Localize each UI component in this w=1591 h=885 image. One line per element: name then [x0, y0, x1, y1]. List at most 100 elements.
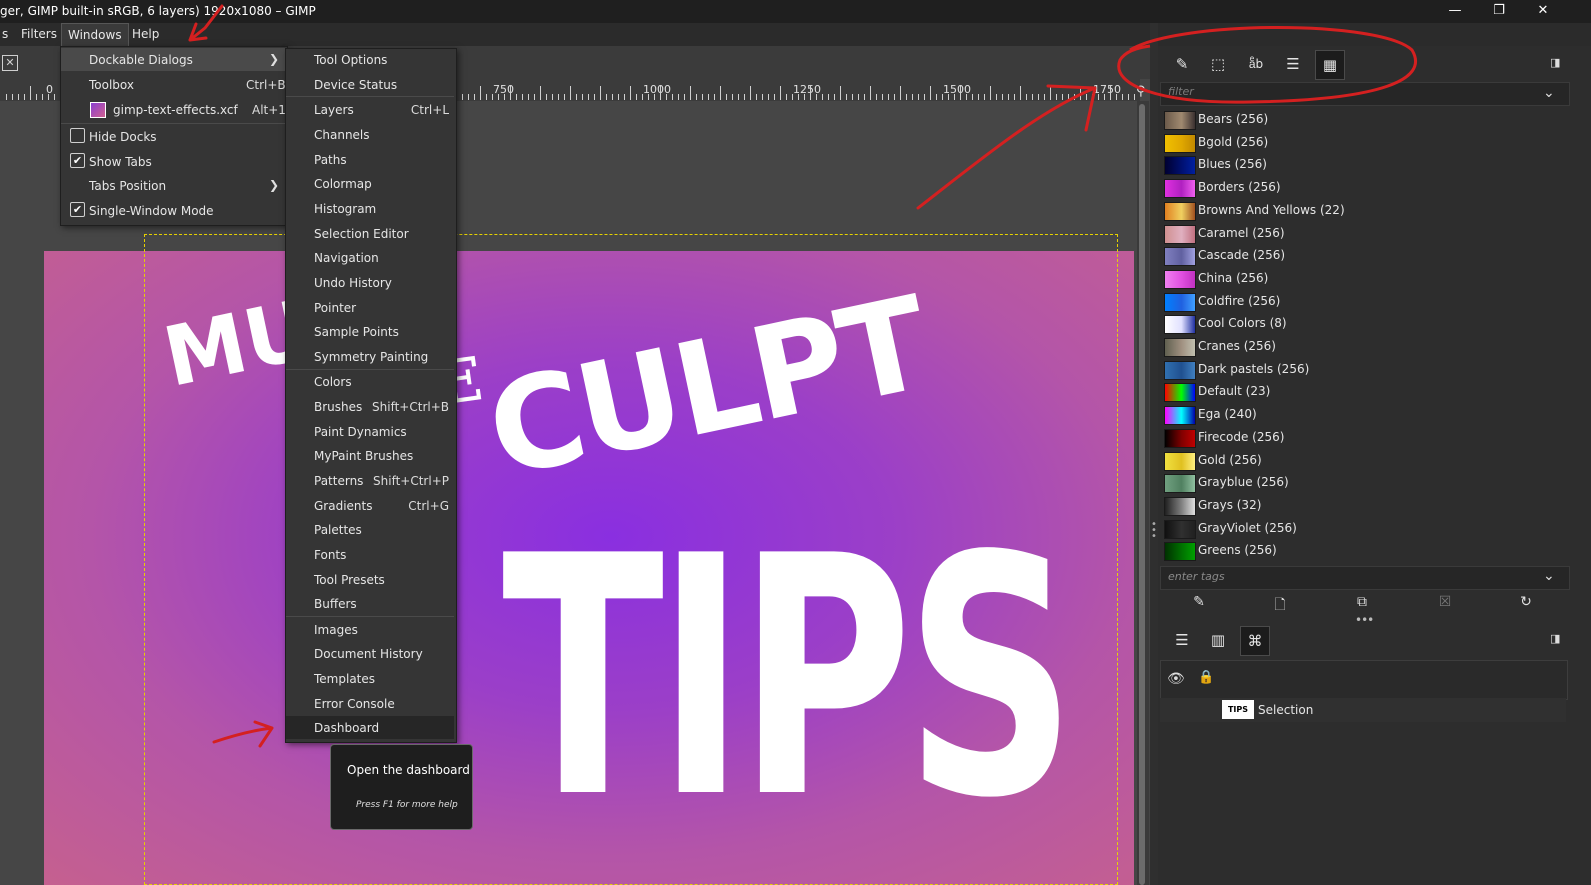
- menu-item-buffers[interactable]: Buffers: [314, 597, 357, 611]
- palette-row[interactable]: Coldfire (256): [1160, 290, 1560, 312]
- layers-tab-icon[interactable]: ☰: [1168, 626, 1196, 654]
- palette-row[interactable]: Grays (32): [1160, 494, 1560, 516]
- menu-item-single-window-mode[interactable]: Single-Window Mode: [89, 204, 214, 218]
- menu-help[interactable]: Help: [126, 23, 165, 46]
- menu-item-tool-options[interactable]: Tool Options: [314, 53, 387, 67]
- menu-filters[interactable]: Filters: [15, 23, 63, 46]
- menu-item-mypaint-brushes[interactable]: MyPaint Brushes: [314, 449, 413, 463]
- scrollbar-thumb[interactable]: [1139, 104, 1145, 885]
- channels-tab-icon[interactable]: ▥: [1204, 626, 1232, 654]
- menu-item-layers[interactable]: Layers: [314, 103, 354, 117]
- menu-item-colors[interactable]: Colors: [314, 375, 352, 389]
- menu-item-document-history[interactable]: Document History: [314, 647, 423, 661]
- palette-row[interactable]: Firecode (256): [1160, 426, 1560, 448]
- menu-item-pointer[interactable]: Pointer: [314, 301, 356, 315]
- ruler-tick: [12, 94, 13, 100]
- palette-row[interactable]: China (256): [1160, 267, 1560, 289]
- palette-row[interactable]: Blues (256): [1160, 153, 1560, 176]
- menu-item-dashboard[interactable]: Dashboard: [314, 721, 379, 735]
- zoom-icon[interactable]: ⚲: [1136, 84, 1146, 99]
- ruler-tick: [756, 94, 757, 100]
- delete-palette-icon[interactable]: ☒: [1433, 594, 1457, 614]
- menu-item-error-console[interactable]: Error Console: [314, 697, 395, 711]
- palette-row[interactable]: GrayViolet (256): [1160, 517, 1560, 539]
- palette-row[interactable]: Caramel (256): [1160, 222, 1560, 244]
- menu-item-navigation[interactable]: Navigation: [314, 251, 379, 265]
- menu-item-templates[interactable]: Templates: [314, 672, 375, 686]
- text-icon[interactable]: aͤb: [1242, 50, 1270, 78]
- close-button[interactable]: ✕: [1521, 0, 1565, 23]
- menu-item-images[interactable]: Images: [314, 623, 358, 637]
- menu-item-toolbox[interactable]: Toolbox: [89, 78, 134, 92]
- palette-row[interactable]: Default (23): [1160, 380, 1560, 403]
- palette-row[interactable]: Bears (256): [1160, 108, 1560, 130]
- new-palette-icon[interactable]: 🗋: [1268, 594, 1292, 614]
- palette-name: Cranes (256): [1198, 339, 1276, 353]
- paintbrush-icon[interactable]: ✎: [1168, 50, 1196, 78]
- menu-item-image[interactable]: gimp-text-effects.xcf: [113, 103, 238, 117]
- menu-item-hide-docks[interactable]: Hide Docks: [89, 130, 157, 144]
- menu-item-patterns[interactable]: Patterns: [314, 474, 363, 488]
- menu-item-brushes[interactable]: Brushes: [314, 400, 362, 414]
- eye-icon[interactable]: 👁: [1167, 671, 1185, 687]
- palettes-icon[interactable]: ▦: [1315, 50, 1345, 80]
- drag-grip-icon[interactable]: •••: [1355, 613, 1374, 627]
- menu-item-show-tabs[interactable]: Show Tabs: [89, 155, 152, 169]
- paths-tab-icon[interactable]: ⌘: [1240, 626, 1270, 656]
- edit-palette-icon[interactable]: ✎: [1187, 594, 1211, 614]
- menu-item-device-status[interactable]: Device Status: [314, 78, 397, 92]
- palette-row[interactable]: Cascade (256): [1160, 244, 1560, 267]
- menu-item-paths[interactable]: Paths: [314, 153, 347, 167]
- maximize-button[interactable]: ❐: [1477, 0, 1521, 23]
- menu-item-palettes[interactable]: Palettes: [314, 523, 362, 537]
- menu-truncated[interactable]: s: [0, 23, 10, 46]
- menu-item-selection-editor[interactable]: Selection Editor: [314, 227, 409, 241]
- menu-item-tool-presets[interactable]: Tool Presets: [314, 573, 385, 587]
- layers-icon[interactable]: ☰: [1279, 50, 1307, 78]
- palette-row[interactable]: Bgold (256): [1160, 131, 1560, 153]
- ruler-tick: [672, 94, 673, 100]
- dock-separator[interactable]: [1150, 23, 1158, 885]
- menu-item-tabs-position[interactable]: Tabs Position: [89, 179, 166, 193]
- duplicate-palette-icon[interactable]: ⧉: [1350, 594, 1374, 614]
- checkbox-show-tabs[interactable]: ✔: [70, 153, 85, 168]
- palette-row[interactable]: Grayblue (256): [1160, 471, 1560, 494]
- ruler-tick: [810, 86, 811, 100]
- palette-row[interactable]: Borders (256): [1160, 176, 1560, 199]
- checkbox-single-window[interactable]: ✔: [70, 202, 85, 217]
- chevron-down-icon[interactable]: ⌄: [1543, 568, 1555, 584]
- palette-row[interactable]: Browns And Yellows (22): [1160, 199, 1560, 221]
- minimize-button[interactable]: —: [1433, 0, 1477, 23]
- dock-menu-icon[interactable]: ◨: [1550, 56, 1560, 69]
- checkbox-hide-docks[interactable]: [70, 128, 85, 143]
- menu-item-colormap[interactable]: Colormap: [314, 177, 372, 191]
- filter-input[interactable]: [1160, 82, 1570, 106]
- menu-item-histogram[interactable]: Histogram: [314, 202, 376, 216]
- palette-name: Cool Colors (8): [1198, 316, 1287, 331]
- menu-item-symmetry-painting[interactable]: Symmetry Painting: [314, 350, 428, 364]
- menu-item-gradients[interactable]: Gradients: [314, 499, 372, 513]
- palette-row[interactable]: Greens (256): [1160, 539, 1560, 562]
- palette-row[interactable]: Dark pastels (256): [1160, 358, 1560, 380]
- menu-item-sample-points[interactable]: Sample Points: [314, 325, 399, 339]
- menu-item-paint-dynamics[interactable]: Paint Dynamics: [314, 425, 407, 439]
- palette-row[interactable]: Ega (240): [1160, 403, 1560, 426]
- sash-grip-icon[interactable]: • • •: [1151, 520, 1157, 542]
- palette-row[interactable]: Gold (256): [1160, 449, 1560, 471]
- menu-windows[interactable]: Windows: [61, 23, 129, 46]
- ruler-tick: [912, 94, 913, 100]
- lock-icon[interactable]: 🔒: [1198, 670, 1214, 685]
- menu-item-fonts[interactable]: Fonts: [314, 548, 346, 562]
- palette-row[interactable]: Cool Colors (8): [1160, 312, 1560, 335]
- menu-item-channels[interactable]: Channels: [314, 128, 370, 142]
- chevron-down-icon[interactable]: ⌄: [1543, 85, 1555, 101]
- ruler-tick: [684, 94, 685, 100]
- palette-row[interactable]: Cranes (256): [1160, 335, 1560, 357]
- layer-row[interactable]: [1160, 698, 1566, 722]
- close-image-icon[interactable]: ✕: [2, 55, 18, 71]
- menu-item-undo-history[interactable]: Undo History: [314, 276, 392, 290]
- menu-item-dockable-dialogs[interactable]: Dockable Dialogs: [89, 53, 193, 67]
- dock-menu-icon[interactable]: ◨: [1550, 632, 1560, 645]
- refresh-icon[interactable]: ↻: [1514, 594, 1538, 614]
- selection-icon[interactable]: ⬚: [1204, 50, 1232, 78]
